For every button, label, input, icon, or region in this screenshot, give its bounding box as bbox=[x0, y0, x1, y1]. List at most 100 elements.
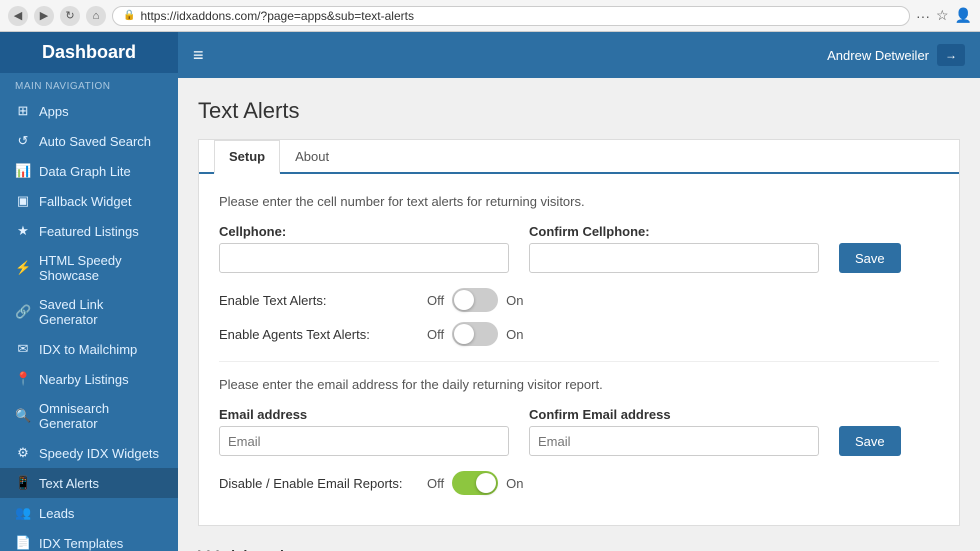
text-alerts-icon: 📱 bbox=[15, 475, 31, 491]
sidebar-item-fallback-widget[interactable]: ▣ Fallback Widget bbox=[0, 186, 178, 216]
email-form-row: Email address Confirm Email address Save bbox=[219, 407, 939, 456]
sidebar-item-text-alerts-label: Text Alerts bbox=[39, 476, 99, 491]
email-save-button[interactable]: Save bbox=[839, 426, 901, 456]
refresh-button[interactable]: ↻ bbox=[60, 6, 80, 26]
webhook-title: Webhook bbox=[198, 546, 960, 551]
confirm-cellphone-label: Confirm Cellphone: bbox=[529, 224, 819, 239]
sidebar-item-idx-templates[interactable]: 📄 IDX Templates bbox=[0, 528, 178, 551]
enable-text-alerts-label: Enable Text Alerts: bbox=[219, 293, 419, 308]
sidebar-item-saved-link-generator-label: Saved Link Generator bbox=[39, 297, 163, 327]
confirm-email-input[interactable] bbox=[529, 426, 819, 456]
html-speedy-showcase-icon: ⚡ bbox=[15, 260, 31, 276]
text-alerts-tabs: Setup About bbox=[199, 140, 959, 174]
agents-toggle-thumb bbox=[454, 324, 474, 344]
confirm-email-label: Confirm Email address bbox=[529, 407, 819, 422]
cellphone-group: Cellphone: bbox=[219, 224, 509, 273]
sidebar-item-idx-to-mailchimp-label: IDX to Mailchimp bbox=[39, 342, 137, 357]
back-button[interactable]: ◀ bbox=[8, 6, 28, 26]
apps-icon: ⊞ bbox=[15, 103, 31, 119]
sidebar-item-idx-to-mailchimp[interactable]: ✉ IDX to Mailchimp bbox=[0, 334, 178, 364]
featured-listings-icon: ★ bbox=[15, 223, 31, 239]
more-button[interactable]: ··· bbox=[916, 8, 930, 24]
cellphone-label: Cellphone: bbox=[219, 224, 509, 239]
text-alerts-on-label: On bbox=[506, 293, 523, 308]
sidebar-item-nearby-listings[interactable]: 📍 Nearby Listings bbox=[0, 364, 178, 394]
card-body: Please enter the cell number for text al… bbox=[199, 174, 959, 525]
enable-agents-text-alerts-label: Enable Agents Text Alerts: bbox=[219, 327, 419, 342]
sidebar-item-auto-saved-search-label: Auto Saved Search bbox=[39, 134, 151, 149]
sidebar-item-fallback-widget-label: Fallback Widget bbox=[39, 194, 131, 209]
url-bar[interactable]: 🔒 https://idxaddons.com/?page=apps&sub=t… bbox=[112, 6, 910, 26]
nearby-listings-icon: 📍 bbox=[15, 371, 31, 387]
sidebar-item-data-graph-lite-label: Data Graph Lite bbox=[39, 164, 131, 179]
idx-templates-icon: 📄 bbox=[15, 535, 31, 551]
topbar-right: Andrew Detweiler → bbox=[827, 44, 965, 66]
sidebar-item-featured-listings[interactable]: ★ Featured Listings bbox=[0, 216, 178, 246]
user-name: Andrew Detweiler bbox=[827, 48, 929, 63]
sidebar-item-nearby-listings-label: Nearby Listings bbox=[39, 372, 129, 387]
sidebar-item-omnisearch-generator[interactable]: 🔍 Omnisearch Generator bbox=[0, 394, 178, 438]
sidebar-section-label: MAIN NAVIGATION bbox=[0, 73, 178, 96]
tab-about[interactable]: About bbox=[280, 140, 344, 174]
confirm-cellphone-group: Confirm Cellphone: bbox=[529, 224, 819, 273]
leads-icon: 👥 bbox=[15, 505, 31, 521]
email-toggle-thumb bbox=[476, 473, 496, 493]
confirm-cellphone-input[interactable] bbox=[529, 243, 819, 273]
sidebar-item-apps-label: Apps bbox=[39, 104, 69, 119]
auto-saved-search-icon: ↺ bbox=[15, 133, 31, 149]
home-button[interactable]: ⌂ bbox=[86, 6, 106, 26]
speedy-idx-widgets-icon: ⚙ bbox=[15, 445, 31, 461]
app-container: Dashboard MAIN NAVIGATION ⊞ Apps ↺ Auto … bbox=[0, 32, 980, 551]
topbar: ≡ Andrew Detweiler → bbox=[178, 32, 980, 78]
sidebar-item-data-graph-lite[interactable]: 📊 Data Graph Lite bbox=[0, 156, 178, 186]
sidebar-item-apps[interactable]: ⊞ Apps bbox=[0, 96, 178, 126]
email-description: Please enter the email address for the d… bbox=[219, 377, 939, 392]
agents-text-alerts-off-label: Off bbox=[427, 327, 444, 342]
sidebar-item-speedy-idx-widgets-label: Speedy IDX Widgets bbox=[39, 446, 159, 461]
enable-text-alerts-row: Enable Text Alerts: Off On bbox=[219, 288, 939, 312]
text-alerts-off-label: Off bbox=[427, 293, 444, 308]
url-text: https://idxaddons.com/?page=apps&sub=tex… bbox=[140, 9, 414, 23]
sidebar-item-text-alerts[interactable]: 📱 Text Alerts bbox=[0, 468, 178, 498]
sidebar-item-auto-saved-search[interactable]: ↺ Auto Saved Search bbox=[0, 126, 178, 156]
tab-setup[interactable]: Setup bbox=[214, 140, 280, 174]
email-reports-on-label: On bbox=[506, 476, 523, 491]
email-input[interactable] bbox=[219, 426, 509, 456]
email-label: Email address bbox=[219, 407, 509, 422]
sidebar-item-omnisearch-generator-label: Omnisearch Generator bbox=[39, 401, 163, 431]
email-reports-toggle[interactable] bbox=[452, 471, 498, 495]
email-group: Email address bbox=[219, 407, 509, 456]
hamburger-button[interactable]: ≡ bbox=[193, 45, 204, 66]
webhook-section: Webhook Setup About <script type="text/j… bbox=[198, 546, 960, 551]
agents-text-alerts-on-label: On bbox=[506, 327, 523, 342]
main-content: Text Alerts Setup About Please enter the… bbox=[178, 78, 980, 551]
disable-enable-email-label: Disable / Enable Email Reports: bbox=[219, 476, 419, 491]
cellphone-save-button[interactable]: Save bbox=[839, 243, 901, 273]
disable-enable-email-row: Disable / Enable Email Reports: Off On bbox=[219, 471, 939, 495]
sidebar-item-featured-listings-label: Featured Listings bbox=[39, 224, 139, 239]
enable-agents-text-alerts-toggle[interactable] bbox=[452, 322, 498, 346]
sidebar: Dashboard MAIN NAVIGATION ⊞ Apps ↺ Auto … bbox=[0, 32, 178, 551]
sidebar-item-leads[interactable]: 👥 Leads bbox=[0, 498, 178, 528]
logout-button[interactable]: → bbox=[937, 44, 965, 66]
bookmark-button[interactable]: ☆ bbox=[936, 7, 949, 24]
sidebar-item-saved-link-generator[interactable]: 🔗 Saved Link Generator bbox=[0, 290, 178, 334]
sidebar-item-idx-templates-label: IDX Templates bbox=[39, 536, 123, 551]
divider bbox=[219, 361, 939, 362]
browser-chrome: ◀ ▶ ↻ ⌂ 🔒 https://idxaddons.com/?page=ap… bbox=[0, 0, 980, 32]
omnisearch-generator-icon: 🔍 bbox=[15, 408, 31, 424]
cellphone-input[interactable] bbox=[219, 243, 509, 273]
user-profile-button[interactable]: 👤 bbox=[955, 7, 972, 24]
lock-icon: 🔒 bbox=[123, 10, 135, 21]
idx-to-mailchimp-icon: ✉ bbox=[15, 341, 31, 357]
confirm-email-group: Confirm Email address bbox=[529, 407, 819, 456]
sidebar-item-html-speedy-showcase[interactable]: ⚡ HTML Speedy Showcase bbox=[0, 246, 178, 290]
toggle-thumb bbox=[454, 290, 474, 310]
page-title: Text Alerts bbox=[198, 98, 960, 124]
sidebar-item-speedy-idx-widgets[interactable]: ⚙ Speedy IDX Widgets bbox=[0, 438, 178, 468]
data-graph-lite-icon: 📊 bbox=[15, 163, 31, 179]
email-reports-off-label: Off bbox=[427, 476, 444, 491]
cell-description: Please enter the cell number for text al… bbox=[219, 194, 939, 209]
enable-text-alerts-toggle[interactable] bbox=[452, 288, 498, 312]
forward-button[interactable]: ▶ bbox=[34, 6, 54, 26]
